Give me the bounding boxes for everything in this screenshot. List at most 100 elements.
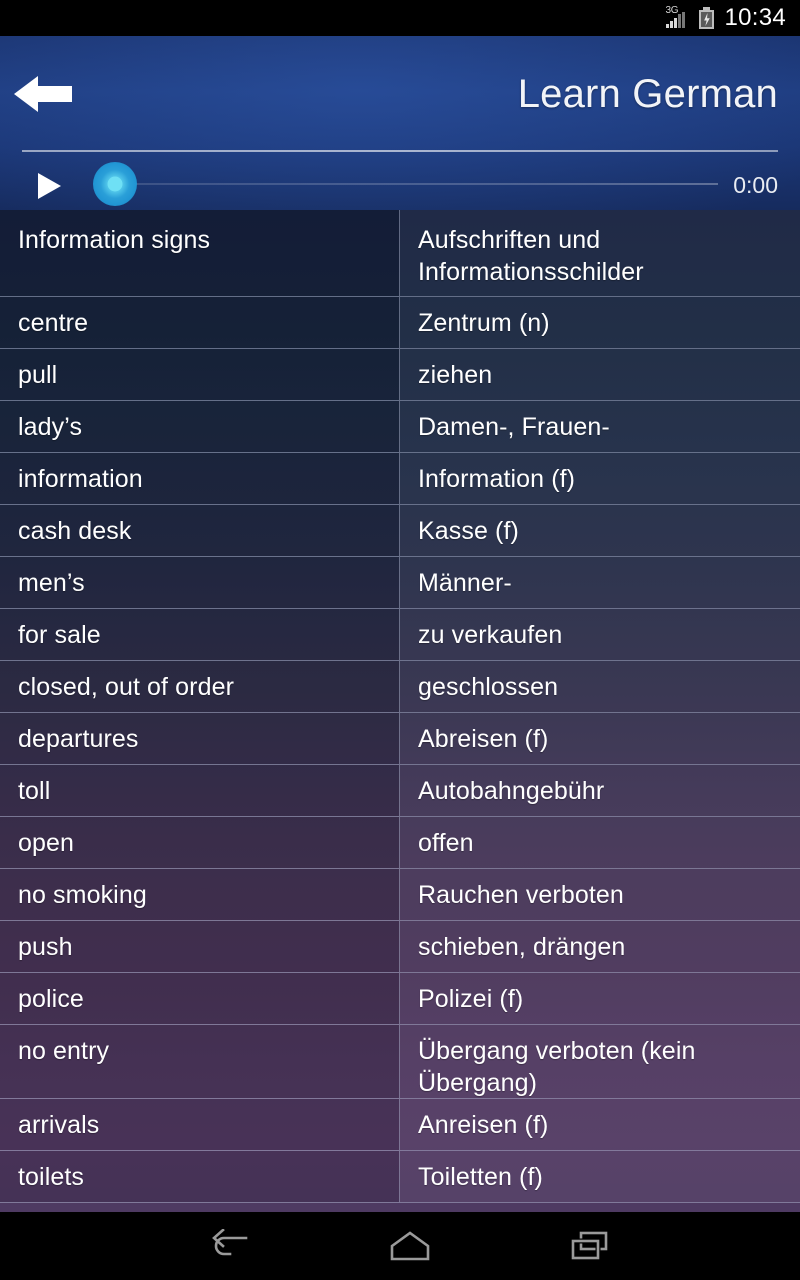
cell-english-text: open — [18, 828, 75, 857]
cell-english: arrivals — [0, 1099, 400, 1150]
table-row[interactable]: toll Autobahngebühr — [0, 765, 800, 817]
cell-german: Rauchen verboten — [400, 869, 800, 920]
status-bar: 3G 10:34 — [0, 0, 800, 36]
table-row[interactable]: centre Zentrum (n) — [0, 297, 800, 349]
cell-english-text: departures — [18, 724, 139, 753]
app-header: Learn German 0:00 — [0, 36, 800, 210]
table-row[interactable]: pull ziehen — [0, 349, 800, 401]
seek-bar-thumb[interactable] — [93, 162, 137, 206]
cell-german-text: Aufschriften und Informationsschilder — [418, 226, 644, 286]
cell-german-text: Polizei (f) — [418, 984, 524, 1013]
cell-german: zu verkaufen — [400, 609, 800, 660]
table-row[interactable]: information Information (f) — [0, 453, 800, 505]
cell-english: Information signs — [0, 210, 400, 296]
back-arrow-icon[interactable] — [12, 72, 74, 116]
android-recents-icon[interactable] — [500, 1212, 680, 1280]
cell-english-text: Information signs — [18, 226, 211, 254]
cell-english-text: toll — [18, 776, 51, 805]
vocabulary-table: Information signs Aufschriften und Inform… — [0, 210, 800, 1203]
cell-german-text: Toiletten (f) — [418, 1162, 543, 1191]
signal-bars-glyph — [666, 12, 690, 28]
cell-english-text: push — [18, 932, 73, 961]
table-row[interactable]: lady’s Damen-, Frauen- — [0, 401, 800, 453]
cell-english-text: no entry — [18, 1037, 110, 1065]
play-icon[interactable] — [30, 168, 66, 204]
cell-english: open — [0, 817, 400, 868]
cell-english: departures — [0, 713, 400, 764]
page-title: Learn German — [517, 72, 778, 116]
cell-german: Damen-, Frauen- — [400, 401, 800, 452]
battery-charging-icon — [699, 7, 715, 29]
cell-german-text: schieben, drängen — [418, 932, 626, 961]
status-bar-clock: 10:34 — [724, 4, 786, 31]
cell-german: offen — [400, 817, 800, 868]
cell-german: Aufschriften und Informationsschilder — [400, 210, 800, 296]
header-divider — [22, 150, 778, 152]
cell-german-text: geschlossen — [418, 672, 559, 701]
cell-german: schieben, drängen — [400, 921, 800, 972]
cell-english: no smoking — [0, 869, 400, 920]
cell-german: Abreisen (f) — [400, 713, 800, 764]
cell-german-text: Männer- — [418, 568, 512, 597]
cell-english: toll — [0, 765, 400, 816]
cell-english: centre — [0, 297, 400, 348]
cell-english: no entry — [0, 1025, 400, 1098]
cell-english: pull — [0, 349, 400, 400]
cell-german-text: Rauchen verboten — [418, 880, 624, 909]
table-row[interactable]: arrivals Anreisen (f) — [0, 1099, 800, 1151]
cell-german: Kasse (f) — [400, 505, 800, 556]
table-row[interactable]: toilets Toiletten (f) — [0, 1151, 800, 1203]
cell-german-text: Anreisen (f) — [418, 1110, 549, 1139]
table-row[interactable]: cash desk Kasse (f) — [0, 505, 800, 557]
table-row[interactable]: no smoking Rauchen verboten — [0, 869, 800, 921]
app-screen: 3G 10:34 Learn German 0:00 Information s… — [0, 0, 800, 1280]
vocabulary-list[interactable]: Information signs Aufschriften und Inform… — [0, 210, 800, 1212]
status-bar-icons: 3G 10:34 — [665, 6, 786, 30]
cell-english-text: for sale — [18, 620, 101, 649]
cell-german-text: Damen-, Frauen- — [418, 412, 610, 441]
signal-bars-icon: 3G — [665, 6, 691, 29]
cell-german: Toiletten (f) — [400, 1151, 800, 1202]
playback-time-label: 0:00 — [733, 172, 778, 198]
cell-english: cash desk — [0, 505, 400, 556]
table-row[interactable]: departures Abreisen (f) — [0, 713, 800, 765]
cell-german-text: zu verkaufen — [418, 620, 563, 649]
cell-german: Polizei (f) — [400, 973, 800, 1024]
cell-english: toilets — [0, 1151, 400, 1202]
table-row[interactable]: open offen — [0, 817, 800, 869]
cell-english-text: no smoking — [18, 880, 147, 909]
table-row[interactable]: push schieben, drängen — [0, 921, 800, 973]
cell-german-text: Kasse (f) — [418, 516, 519, 545]
cell-english-text: lady’s — [18, 412, 83, 441]
cell-german-text: offen — [418, 828, 474, 857]
cell-german: Information (f) — [400, 453, 800, 504]
cell-english: information — [0, 453, 400, 504]
cell-german: Autobahngebühr — [400, 765, 800, 816]
cell-english-text: pull — [18, 360, 58, 389]
cell-german-text: Information (f) — [418, 464, 576, 493]
cell-english: police — [0, 973, 400, 1024]
cell-german-text: Autobahngebühr — [418, 776, 605, 805]
table-row[interactable]: Information signs Aufschriften und Inform… — [0, 210, 800, 297]
cell-german: ziehen — [400, 349, 800, 400]
table-row[interactable]: for sale zu verkaufen — [0, 609, 800, 661]
table-row[interactable]: police Polizei (f) — [0, 973, 800, 1025]
cell-english: closed, out of order — [0, 661, 400, 712]
seek-bar-track[interactable] — [128, 183, 718, 185]
cell-english-text: cash desk — [18, 516, 132, 545]
table-row[interactable]: closed, out of order geschlossen — [0, 661, 800, 713]
cell-german-text: ziehen — [418, 360, 493, 389]
android-home-icon[interactable] — [320, 1212, 500, 1280]
table-row[interactable]: men’s Männer- — [0, 557, 800, 609]
cell-english: men’s — [0, 557, 400, 608]
cell-english-text: information — [18, 464, 143, 493]
android-back-icon[interactable] — [140, 1212, 320, 1280]
cell-english: push — [0, 921, 400, 972]
cell-german: Übergang verboten (kein Übergang) — [400, 1025, 800, 1098]
android-nav-bar — [0, 1212, 800, 1280]
cell-english-text: men’s — [18, 568, 85, 597]
table-row[interactable]: no entry Übergang verboten (kein Übergang… — [0, 1025, 800, 1099]
cell-german-text: Zentrum (n) — [418, 308, 550, 337]
cell-english-text: arrivals — [18, 1110, 100, 1139]
cell-english-text: toilets — [18, 1162, 85, 1191]
